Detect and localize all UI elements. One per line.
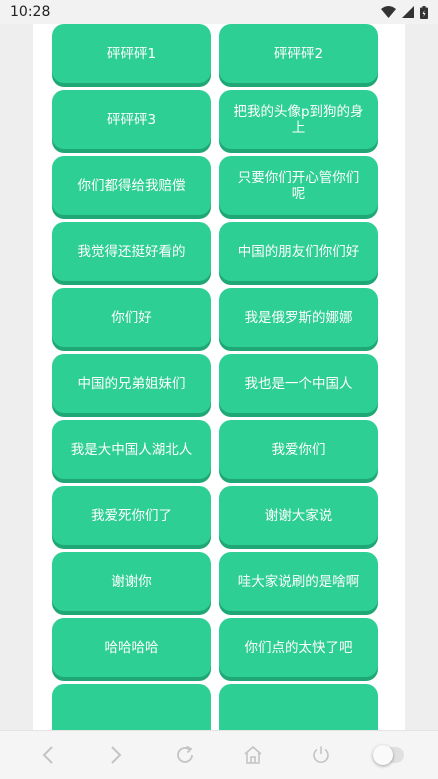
home-button[interactable]	[233, 735, 273, 775]
toggle-knob	[372, 745, 393, 765]
chevron-left-icon	[42, 746, 53, 764]
sound-button[interactable]: 砰砰砰1	[52, 24, 211, 83]
status-icons	[381, 5, 428, 19]
sound-button[interactable]	[219, 684, 378, 730]
wifi-icon	[381, 6, 396, 18]
home-icon	[244, 745, 262, 764]
browser-nav-bar	[0, 730, 438, 779]
sound-button[interactable]: 我觉得还挺好看的	[52, 222, 211, 281]
refresh-button[interactable]	[165, 735, 205, 775]
power-button[interactable]	[301, 735, 341, 775]
battery-icon	[420, 5, 428, 19]
sound-button[interactable]: 我是俄罗斯的娜娜	[219, 288, 378, 347]
sound-button[interactable]: 只要你们开心管你们呢	[219, 156, 378, 215]
status-bar: 10:28	[0, 0, 438, 24]
signal-icon	[402, 6, 414, 18]
forward-button[interactable]	[96, 735, 136, 775]
back-button[interactable]	[28, 735, 68, 775]
webview-content[interactable]: 砰砰砰1 砰砰砰2 砰砰砰3 把我的头像p到狗的身上 你们都得给我赔偿 只要你们…	[33, 24, 405, 730]
sound-button[interactable]: 砰砰砰2	[219, 24, 378, 83]
sound-button[interactable]: 我爱你们	[219, 420, 378, 479]
sound-button[interactable]: 你们都得给我赔偿	[52, 156, 211, 215]
sound-button[interactable]: 中国的兄弟姐妹们	[52, 354, 211, 413]
sound-button[interactable]: 谢谢你	[52, 552, 211, 611]
sound-button[interactable]: 我爱死你们了	[52, 486, 211, 545]
sound-button[interactable]: 我也是一个中国人	[219, 354, 378, 413]
toggle-track	[372, 745, 404, 765]
sound-button[interactable]: 哈哈哈哈	[52, 618, 211, 677]
power-icon	[313, 746, 330, 763]
refresh-icon	[176, 745, 193, 763]
sound-button[interactable]: 把我的头像p到狗的身上	[219, 90, 378, 149]
sound-button[interactable]: 砰砰砰3	[52, 90, 211, 149]
sound-button[interactable]	[52, 684, 211, 730]
status-time: 10:28	[10, 4, 51, 20]
sound-button[interactable]: 你们好	[52, 288, 211, 347]
sound-button[interactable]: 我是大中国人湖北人	[52, 420, 211, 479]
sound-button[interactable]: 你们点的太快了吧	[219, 618, 378, 677]
chevron-right-icon	[111, 746, 122, 764]
sound-button[interactable]: 中国的朋友们你们好	[219, 222, 378, 281]
toggle-switch[interactable]	[370, 735, 410, 775]
sound-button[interactable]: 哇大家说刷的是啥啊	[219, 552, 378, 611]
sound-button[interactable]: 谢谢大家说	[219, 486, 378, 545]
